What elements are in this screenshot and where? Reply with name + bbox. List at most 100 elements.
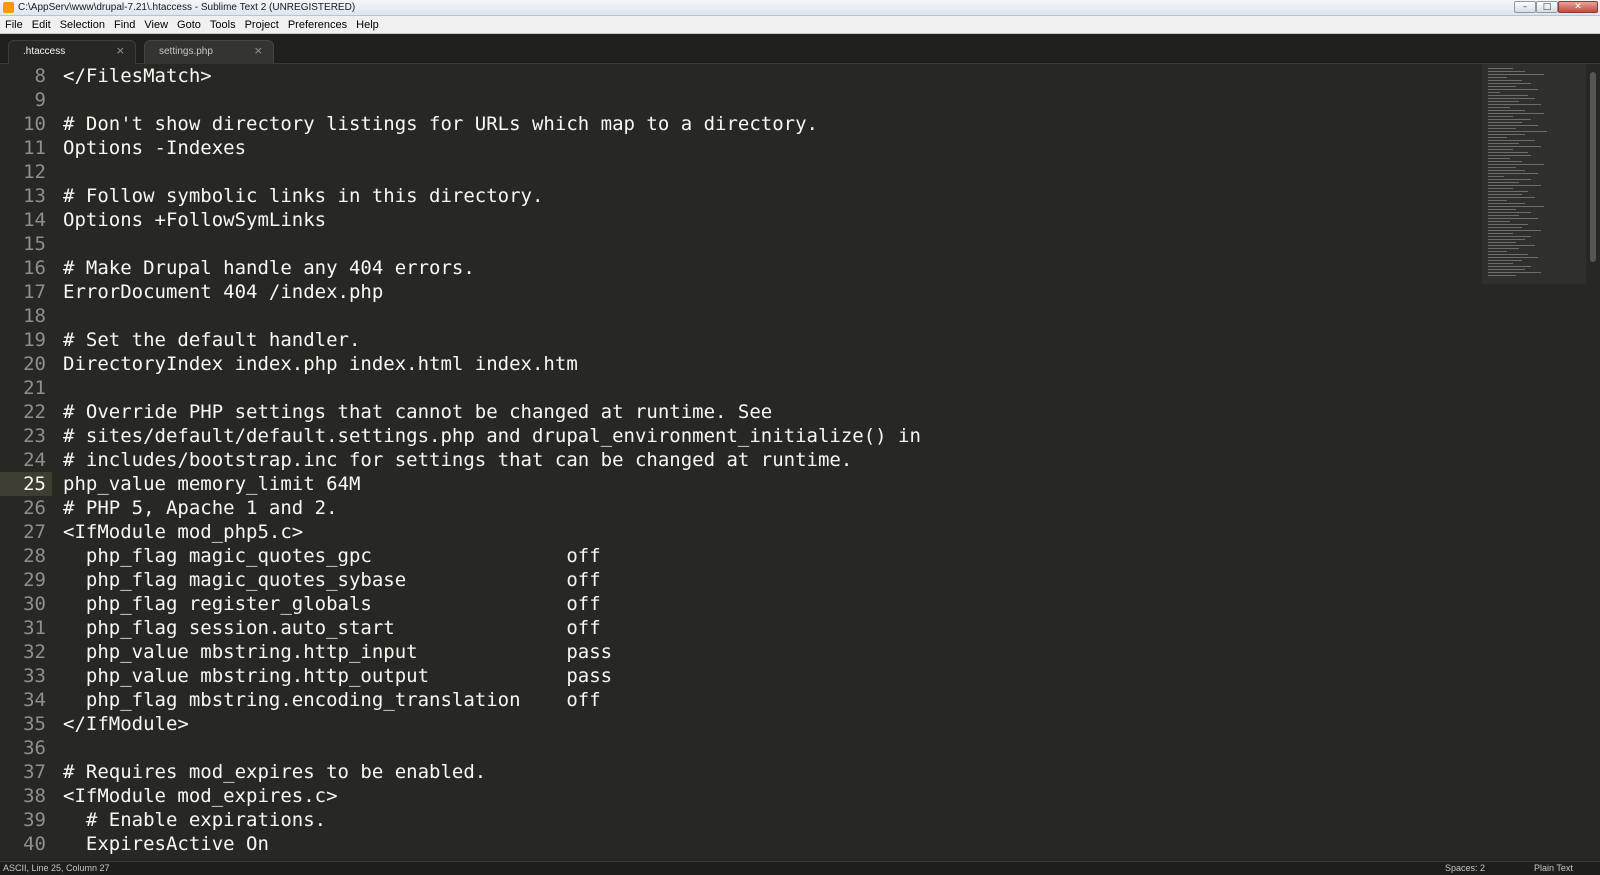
menu-tools[interactable]: Tools — [205, 17, 240, 33]
line-number: 13 — [23, 185, 46, 207]
line-number: 19 — [23, 329, 46, 351]
tab-label: settings.php — [159, 46, 213, 57]
minimap-line — [1488, 236, 1531, 237]
minimap-line — [1488, 185, 1541, 186]
line-text: # Don't show directory listings for URLs… — [63, 113, 818, 135]
line-text: Options +FollowSymLinks — [63, 209, 327, 231]
sublime-app-icon — [3, 2, 14, 13]
code-line: 20 DirectoryIndex index.php index.html in… — [0, 352, 1482, 376]
line-text: php_flag session.auto_start off — [63, 617, 601, 639]
minimap-line — [1488, 77, 1507, 78]
line-number: 10 — [23, 113, 46, 135]
line-text: ErrorDocument 404 /index.php — [63, 281, 384, 303]
minimap-line — [1488, 68, 1513, 69]
minimap-line — [1488, 206, 1544, 207]
minimap-line — [1488, 167, 1516, 168]
line-number: 17 — [23, 281, 46, 303]
close-window-button[interactable]: ✕ — [1558, 1, 1598, 13]
vertical-scrollbar[interactable] — [1586, 64, 1600, 861]
minimap-line — [1488, 194, 1522, 195]
code-line: 33 php_value mbstring.http_output pass — [0, 664, 1482, 688]
line-text: </FilesMatch> — [63, 65, 212, 87]
maximize-button[interactable]: □ — [1536, 1, 1558, 13]
code-line: 19 # Set the default handler. — [0, 328, 1482, 352]
menu-view[interactable]: View — [139, 17, 172, 33]
tab-close-icon[interactable]: × — [254, 45, 263, 57]
menu-help[interactable]: Help — [351, 17, 383, 33]
sublime-text-window: C:\AppServ\www\drupal-7.21\.htaccess - S… — [0, 0, 1600, 875]
minimap-line — [1488, 188, 1513, 189]
minimap-line — [1488, 113, 1544, 114]
line-number: 12 — [23, 161, 46, 183]
minimap-line — [1488, 260, 1522, 261]
line-number: 15 — [23, 233, 46, 255]
menu-project[interactable]: Project — [240, 17, 283, 33]
line-number: 36 — [23, 737, 46, 759]
menu-selection[interactable]: Selection — [55, 17, 109, 33]
line-text: php_value mbstring.http_output pass — [63, 665, 613, 687]
menu-goto[interactable]: Goto — [172, 17, 205, 33]
tab-settings-php[interactable]: settings.php × — [144, 40, 274, 64]
minimap-line — [1488, 98, 1535, 99]
minimap-line — [1488, 215, 1519, 216]
minimap-line — [1488, 173, 1538, 174]
minimap-line — [1488, 227, 1522, 228]
line-number: 25 — [23, 473, 46, 495]
window-title: C:\AppServ\www\drupal-7.21\.htaccess - S… — [18, 2, 356, 13]
code-line: 15 — [0, 232, 1482, 256]
status-cursor-position: ASCII, Line 25, Column 27 — [3, 863, 110, 873]
line-text: # sites/default/default.settings.php and… — [63, 425, 921, 447]
menu-find[interactable]: Find — [109, 17, 139, 33]
minimap-line — [1488, 221, 1510, 222]
code-editor[interactable]: 8 </FilesMatch> 9 10 # Don't show director… — [0, 64, 1482, 861]
minimap-line — [1488, 242, 1516, 243]
minimap-line — [1488, 134, 1525, 135]
code-line: 11 Options -Indexes — [0, 136, 1482, 160]
minimap-line — [1488, 176, 1504, 177]
minimap-line — [1488, 182, 1519, 183]
code-line: 28 php_flag magic_quotes_gpc off — [0, 544, 1482, 568]
minimap-line — [1488, 200, 1507, 201]
line-text: # includes/bootstrap.inc for settings th… — [63, 449, 853, 471]
menu-edit[interactable]: Edit — [27, 17, 55, 33]
code-line: 22 # Override PHP settings that cannot be… — [0, 400, 1482, 424]
minimap-line — [1488, 131, 1547, 132]
code-line: 32 php_value mbstring.http_input pass — [0, 640, 1482, 664]
scrollbar-thumb[interactable] — [1590, 72, 1596, 262]
minimap-line — [1488, 137, 1507, 138]
code-line: 37 # Requires mod_expires to be enabled. — [0, 760, 1482, 784]
title-bar: C:\AppServ\www\drupal-7.21\.htaccess - S… — [0, 0, 1600, 16]
status-indentation[interactable]: Spaces: 2 — [1445, 862, 1485, 875]
minimap-line — [1488, 89, 1538, 90]
minimap-line — [1488, 233, 1513, 234]
tab-close-icon[interactable]: × — [116, 45, 125, 57]
code-line: 35 </IfModule> — [0, 712, 1482, 736]
line-text: Options -Indexes — [63, 137, 247, 159]
tab-htaccess[interactable]: .htaccess × — [8, 40, 136, 64]
line-text: # Follow symbolic links in this director… — [63, 185, 544, 207]
line-text: # Requires mod_expires to be enabled. — [63, 761, 487, 783]
code-line: 21 — [0, 376, 1482, 400]
line-number: 34 — [23, 689, 46, 711]
line-text: DirectoryIndex index.php index.html inde… — [63, 353, 578, 375]
minimap-line — [1488, 272, 1541, 273]
code-line: 40 ExpiresActive On — [0, 832, 1482, 856]
line-number: 33 — [23, 665, 46, 687]
menu-preferences[interactable]: Preferences — [283, 17, 351, 33]
line-number: 37 — [23, 761, 46, 783]
menu-file[interactable]: File — [0, 17, 27, 33]
line-number: 29 — [23, 569, 46, 591]
line-text: <IfModule mod_php5.c> — [63, 521, 304, 543]
minimap[interactable] — [1482, 64, 1586, 861]
minimize-button[interactable]: – — [1514, 1, 1536, 13]
minimap-line — [1488, 266, 1531, 267]
line-text: php_flag mbstring.encoding_translation o… — [63, 689, 601, 711]
code-line: 24 # includes/bootstrap.inc for settings … — [0, 448, 1482, 472]
status-syntax[interactable]: Plain Text — [1534, 862, 1573, 875]
code-line: 26 # PHP 5, Apache 1 and 2. — [0, 496, 1482, 520]
code-line: 38 <IfModule mod_expires.c> — [0, 784, 1482, 808]
minimap-line — [1488, 197, 1535, 198]
line-number: 30 — [23, 593, 46, 615]
minimap-line — [1488, 155, 1531, 156]
code-line: 39 # Enable expirations. — [0, 808, 1482, 832]
